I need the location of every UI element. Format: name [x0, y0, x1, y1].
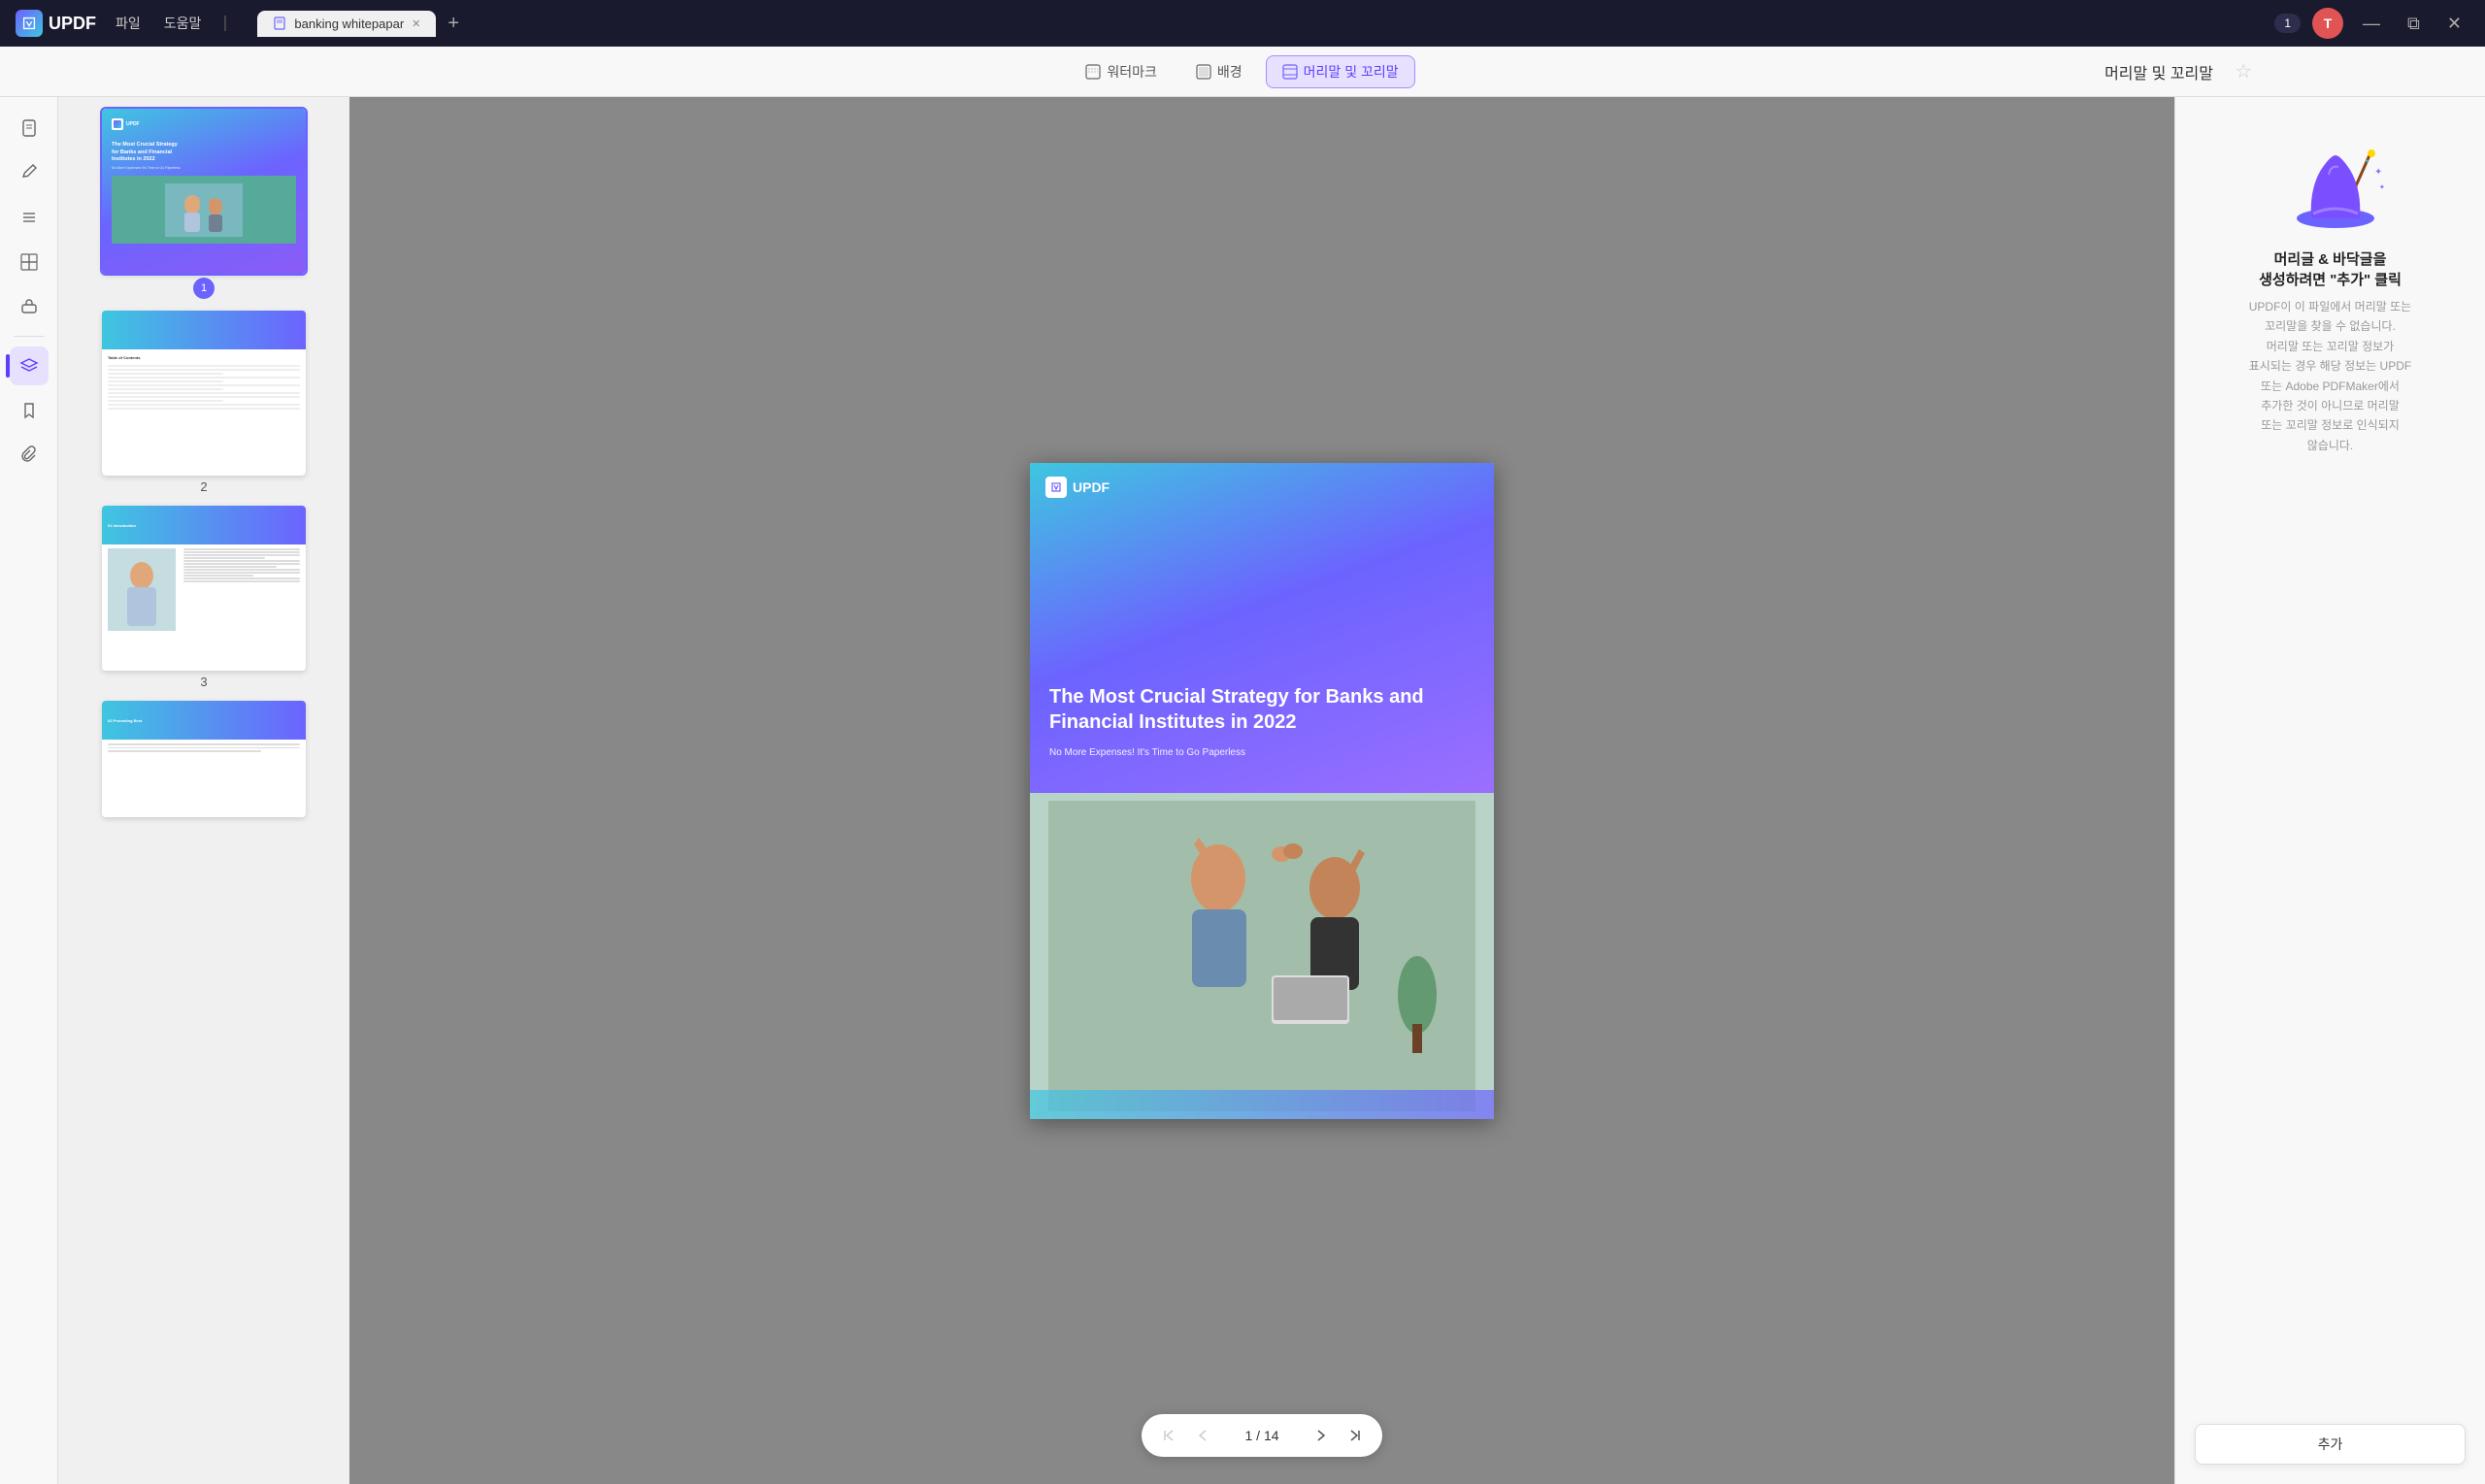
maximize-btn[interactable]: ⧉ [2400, 10, 2428, 38]
bookmark-star-btn[interactable]: ☆ [2235, 59, 2252, 83]
user-avatar[interactable]: T [2312, 8, 2343, 39]
background-btn[interactable]: 배경 [1180, 56, 1258, 87]
svg-text:✦: ✦ [2374, 167, 2382, 178]
right-panel-highlight: "추가" [2330, 272, 2370, 288]
thumb-cover-content: UPDF The Most Crucial Strategyfor Banks … [102, 109, 306, 274]
sidebar-pages-btn[interactable] [10, 243, 49, 281]
sidebar-divider [14, 336, 45, 337]
svg-text:✦: ✦ [2379, 183, 2385, 191]
tab-icon [273, 16, 286, 30]
toolbar: 워터마크 배경 머리말 및 꼬리말 머리말 및 꼬리말 ☆ [0, 47, 2485, 97]
pdf-image-section [1030, 793, 1494, 1119]
thumbnail-page-2[interactable]: Table of Contents [102, 311, 306, 494]
main-area: UPDF The Most Crucial Strategyfor Banks … [0, 97, 2485, 1484]
thumbnail-frame-4: 02 Promoting Best [102, 701, 306, 817]
right-panel: ✦ ✦ ✦ 머리글 & 바닥글을 생성하려면 "추가" 클릭 UPDF이 이 파… [2174, 97, 2485, 1484]
tab-label: banking whitepapar [294, 16, 404, 31]
title-bar: UPDF 파일 도움말 banking whitepapar ✕ + 1 T —… [0, 0, 2485, 47]
tab-close-btn[interactable]: ✕ [412, 17, 420, 30]
sidebar-icons [0, 97, 58, 1484]
header-footer-btn[interactable]: 머리말 및 꼬리말 [1266, 55, 1415, 88]
thumbnail-panel: UPDF The Most Crucial Strategyfor Banks … [58, 97, 349, 1484]
right-panel-description: UPDF이 이 파일에서 머리말 또는 꼬리말을 찾을 수 없습니다. 머리말 … [2249, 297, 2411, 455]
sidebar-edit-btn[interactable] [10, 153, 49, 192]
pdf-subtitle: No More Expenses! It's Time to Go Paperl… [1049, 747, 1245, 758]
add-header-footer-btn[interactable]: 추가 [2195, 1424, 2466, 1465]
right-panel-title-1: 머리글 & 바닥글을 [2274, 251, 2387, 268]
thumb-page-number-1: 1 [193, 278, 215, 299]
svg-text:✦: ✦ [2365, 158, 2369, 165]
title-bar-right: 1 T — ⧉ ✕ [2274, 8, 2469, 39]
sidebar-bookmark-btn[interactable] [10, 391, 49, 430]
people-illustration [1030, 793, 1494, 1119]
toolbar-section-title: 머리말 및 꼬리말 [2104, 60, 2213, 83]
thumbnail-page-3[interactable]: 01 Introduction [102, 506, 306, 689]
pdf-bottom-bar [1030, 1090, 1494, 1119]
watermark-btn[interactable]: 워터마크 [1070, 56, 1173, 87]
navigation-bar [1142, 1414, 1382, 1457]
thumbnail-frame-1: UPDF The Most Crucial Strategyfor Banks … [102, 109, 306, 274]
sidebar-layers-btn[interactable] [10, 346, 49, 385]
thumb-cover-sub: No More Expenses! It's Time to Go Paperl… [112, 166, 296, 170]
thumbnail-page-4[interactable]: 02 Promoting Best [102, 701, 306, 817]
menu-file[interactable]: 파일 [116, 14, 141, 33]
background-label: 배경 [1217, 62, 1242, 82]
last-page-btn[interactable] [1340, 1420, 1371, 1451]
thumb-promoting-label: 02 Promoting Best [108, 718, 142, 723]
sidebar-document-btn[interactable] [10, 109, 49, 148]
header-footer-label: 머리말 및 꼬리말 [1304, 62, 1399, 82]
thumb-toc-content: Table of Contents [102, 311, 306, 476]
updf-logo-icon [16, 10, 43, 37]
right-panel-title-3: 클릭 [2370, 272, 2402, 288]
sidebar-list-btn[interactable] [10, 198, 49, 237]
menu-help[interactable]: 도움말 [164, 14, 202, 33]
thumb-intro-content: 01 Introduction [102, 506, 306, 671]
first-page-btn[interactable] [1153, 1420, 1184, 1451]
right-panel-title-block: 머리글 & 바닥글을 생성하려면 "추가" 클릭 [2259, 248, 2402, 289]
watermark-label: 워터마크 [1107, 62, 1157, 82]
pdf-logo-text: UPDF [1073, 479, 1110, 495]
magic-hat-illustration: ✦ ✦ ✦ [2282, 136, 2379, 233]
add-btn-container: 추가 [2195, 1393, 2466, 1465]
pdf-title: The Most Crucial Strategy for Banks and … [1049, 684, 1474, 735]
sidebar-attachment-btn[interactable] [10, 436, 49, 475]
next-page-btn[interactable] [1305, 1420, 1336, 1451]
background-icon [1196, 64, 1211, 80]
watermark-icon [1085, 64, 1101, 80]
right-panel-title-2: 생성하려면 [2259, 272, 2330, 288]
pdf-cover-gradient: UPDF The Most Crucial Strategy for Banks… [1030, 463, 1494, 793]
app-logo: UPDF [16, 10, 96, 37]
tab-area: banking whitepapar ✕ + [257, 9, 467, 39]
new-tab-btn[interactable]: + [440, 9, 467, 39]
sidebar-stamp-btn[interactable] [10, 287, 49, 326]
page-number-input[interactable] [1223, 1428, 1301, 1443]
thumbnail-frame-2: Table of Contents [102, 311, 306, 476]
menu-bar: 파일 도움말 [116, 14, 226, 33]
thumb-page-number-3: 3 [200, 675, 207, 689]
pdf-updf-icon [1045, 477, 1067, 498]
thumb-page-number-2: 2 [200, 479, 207, 494]
pdf-updf-logo: UPDF [1045, 477, 1110, 498]
thumbnail-page-1[interactable]: UPDF The Most Crucial Strategyfor Banks … [102, 109, 306, 299]
viewer-area: UPDF The Most Crucial Strategy for Banks… [349, 97, 2174, 1484]
thumb-cover-title: The Most Crucial Strategyfor Banks and F… [112, 142, 296, 164]
thumb-promoting-content: 02 Promoting Best [102, 701, 306, 817]
active-tab[interactable]: banking whitepapar ✕ [257, 11, 436, 37]
thumbnail-frame-3: 01 Introduction [102, 506, 306, 671]
header-footer-icon [1282, 64, 1298, 80]
prev-page-btn[interactable] [1188, 1420, 1219, 1451]
app-name: UPDF [49, 14, 96, 34]
pdf-page: UPDF The Most Crucial Strategy for Banks… [1030, 463, 1494, 1119]
thumb-cover-img [112, 176, 296, 244]
close-btn[interactable]: ✕ [2439, 10, 2469, 38]
page-indicator: 1 [2274, 14, 2301, 33]
minimize-btn[interactable]: — [2355, 10, 2388, 38]
